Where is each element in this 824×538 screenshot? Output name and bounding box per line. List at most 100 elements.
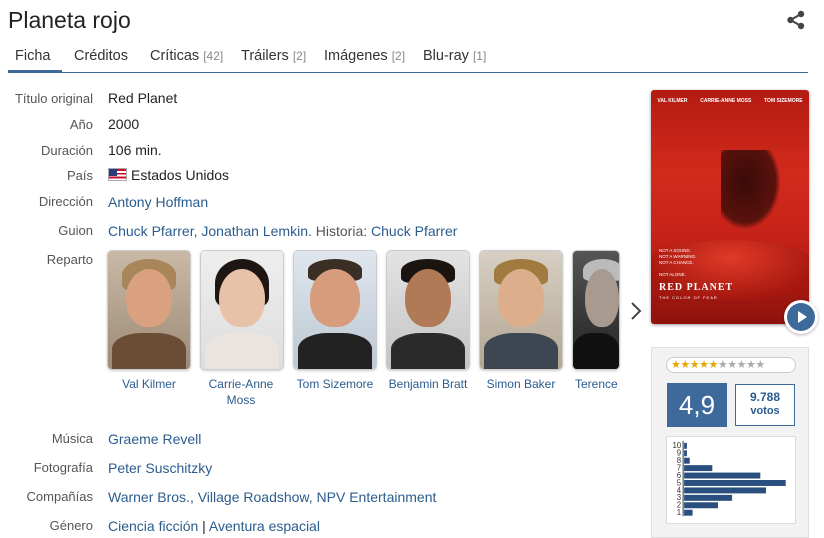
star-rating[interactable]: ★★★★★★★★★★ xyxy=(666,357,796,373)
cast-name-simon-baker[interactable]: Simon Baker xyxy=(473,376,569,392)
tab-count: [1] xyxy=(472,49,487,63)
label-duracion: Duración xyxy=(40,143,93,158)
face-shape xyxy=(405,269,451,327)
rating-box: ★★★★★★★★★★ 4,9 9.788 votos 10 9 8 7 6 5 4 3 2 1 xyxy=(651,347,809,538)
chevron-right-icon[interactable] xyxy=(629,300,643,322)
cast-name-val-kilmer[interactable]: Val Kilmer xyxy=(101,376,197,392)
tab-ficha[interactable]: Ficha xyxy=(15,48,50,64)
average-rating: 4,9 xyxy=(667,383,727,427)
label-reparto: Reparto xyxy=(46,252,93,267)
poster-credits: VAL KILMER CARRIE-ANNE MOSS TOM SIZEMORE xyxy=(651,98,809,104)
tab-criticas[interactable]: Críticas [42] xyxy=(150,48,223,64)
play-trailer-button[interactable] xyxy=(784,300,818,334)
face-shape xyxy=(310,269,360,327)
star-filled-icon[interactable]: ★ xyxy=(690,359,700,371)
star-filled-icon[interactable]: ★ xyxy=(671,359,681,371)
label-titulo-original: Título original xyxy=(14,91,93,106)
poster-tagline-line: NOT A CHANCE. xyxy=(659,260,694,265)
cast-name-line1: Carrie-Anne xyxy=(208,377,274,391)
histogram-bar xyxy=(684,457,690,464)
cast-photo-simon-baker[interactable] xyxy=(480,251,562,369)
share-icon[interactable] xyxy=(786,10,806,30)
poster-tagline-line: NOT ALONE. xyxy=(659,272,686,277)
face-shape xyxy=(219,269,265,327)
star-empty-icon[interactable]: ★ xyxy=(727,359,737,371)
star-empty-icon[interactable]: ★ xyxy=(737,359,747,371)
tab-label: Créditos xyxy=(74,48,128,64)
votes-number: 9.788 xyxy=(749,390,781,404)
cast-name-benjamin-bratt[interactable]: Benjamin Bratt xyxy=(380,376,476,392)
body-shape xyxy=(391,333,465,369)
tab-creditos[interactable]: Créditos xyxy=(74,48,128,64)
tab-count: [42] xyxy=(203,49,224,63)
tab-count: [2] xyxy=(391,49,406,63)
tab-imagenes[interactable]: Imágenes [2] xyxy=(324,48,405,64)
votes-count[interactable]: 9.788 votos xyxy=(735,384,795,426)
value-anio: 2000 xyxy=(108,116,140,132)
tab-bluray[interactable]: Blu-ray [1] xyxy=(423,48,486,64)
link-musica[interactable]: Graeme Revell xyxy=(108,431,201,447)
histogram-bar xyxy=(684,450,687,457)
cast-name-tom-sizemore[interactable]: Tom Sizemore xyxy=(287,376,383,392)
tab-bar: Ficha Créditos Críticas [42] Tráilers [2… xyxy=(8,45,808,73)
star-filled-icon[interactable]: ★ xyxy=(709,359,719,371)
cast-name-terence[interactable]: Terence xyxy=(575,376,621,392)
cast-photo-tom-sizemore[interactable] xyxy=(294,251,376,369)
histogram-bar xyxy=(684,472,761,479)
label-guion: Guion xyxy=(58,223,93,238)
value-guion: Chuck Pfarrer, Jonathan Lemkin. Historia… xyxy=(108,223,457,239)
histogram-bar xyxy=(684,480,786,486)
poster-credit: TOM SIZEMORE xyxy=(764,98,803,104)
poster-astronaut-figure xyxy=(721,150,781,230)
poster-tagline: NOT A SOUND. NOT A WARNING. NOT A CHANCE… xyxy=(659,248,696,278)
star-empty-icon[interactable]: ★ xyxy=(746,359,756,371)
star-empty-icon[interactable]: ★ xyxy=(718,359,728,371)
histogram-bar xyxy=(684,442,687,449)
link-genero-2[interactable]: Aventura espacial xyxy=(209,518,320,534)
active-tab-indicator xyxy=(8,70,62,73)
cast-name-carrie-anne-moss[interactable]: Carrie-Anne Moss xyxy=(193,376,289,408)
histogram-bar xyxy=(684,487,766,494)
link-genero-1[interactable]: Ciencia ficción xyxy=(108,518,198,534)
star-filled-icon[interactable]: ★ xyxy=(699,359,709,371)
star-filled-icon[interactable]: ★ xyxy=(680,359,690,371)
label-direccion: Dirección xyxy=(38,194,93,209)
cast-photo-carrie-anne-moss[interactable] xyxy=(201,251,283,369)
poster-subtitle: THE COLOR OF FEAR xyxy=(659,295,718,300)
link-writers[interactable]: Chuck Pfarrer, Jonathan Lemkin. xyxy=(108,223,312,239)
body-shape xyxy=(298,333,372,369)
value-titulo-original: Red Planet xyxy=(108,90,178,106)
histogram-bar xyxy=(684,502,718,509)
link-director[interactable]: Antony Hoffman xyxy=(108,194,208,210)
poster-credit: VAL KILMER xyxy=(657,98,688,104)
us-flag-icon xyxy=(108,168,127,181)
historia-label: Historia: xyxy=(315,223,368,239)
poster-credit: CARRIE-ANNE MOSS xyxy=(700,98,752,104)
genre-separator: | xyxy=(202,518,206,534)
link-fotografia[interactable]: Peter Suschitzky xyxy=(108,460,212,476)
label-genero: Género xyxy=(49,518,93,533)
body-shape xyxy=(112,333,186,369)
movie-poster[interactable]: VAL KILMER CARRIE-ANNE MOSS TOM SIZEMORE… xyxy=(651,90,809,324)
votes-label: votos xyxy=(750,405,780,417)
cast-photo-benjamin-bratt[interactable] xyxy=(387,251,469,369)
link-historia[interactable]: Chuck Pfarrer xyxy=(371,223,457,239)
body-shape xyxy=(205,333,279,369)
body-shape xyxy=(573,333,619,369)
cast-photo-terence[interactable] xyxy=(573,251,619,369)
tab-trailers[interactable]: Tráilers [2] xyxy=(241,48,306,64)
value-pais: Estados Unidos xyxy=(108,167,229,183)
cast-photo-val-kilmer[interactable] xyxy=(108,251,190,369)
body-shape xyxy=(484,333,558,369)
label-anio: Año xyxy=(69,117,93,132)
tab-label: Blu-ray xyxy=(423,48,469,64)
tab-count: [2] xyxy=(292,49,307,63)
tab-label: Tráilers xyxy=(241,48,289,64)
link-companias[interactable]: Warner Bros., Village Roadshow, NPV Ente… xyxy=(108,489,436,505)
histogram-bar xyxy=(684,509,693,516)
page-title: Planeta rojo xyxy=(8,7,131,33)
star-empty-icon[interactable]: ★ xyxy=(755,359,765,371)
rating-histogram: 10987654321 xyxy=(666,436,796,524)
label-musica: Música xyxy=(51,431,93,446)
histogram-tick-label: 1 xyxy=(677,508,681,517)
